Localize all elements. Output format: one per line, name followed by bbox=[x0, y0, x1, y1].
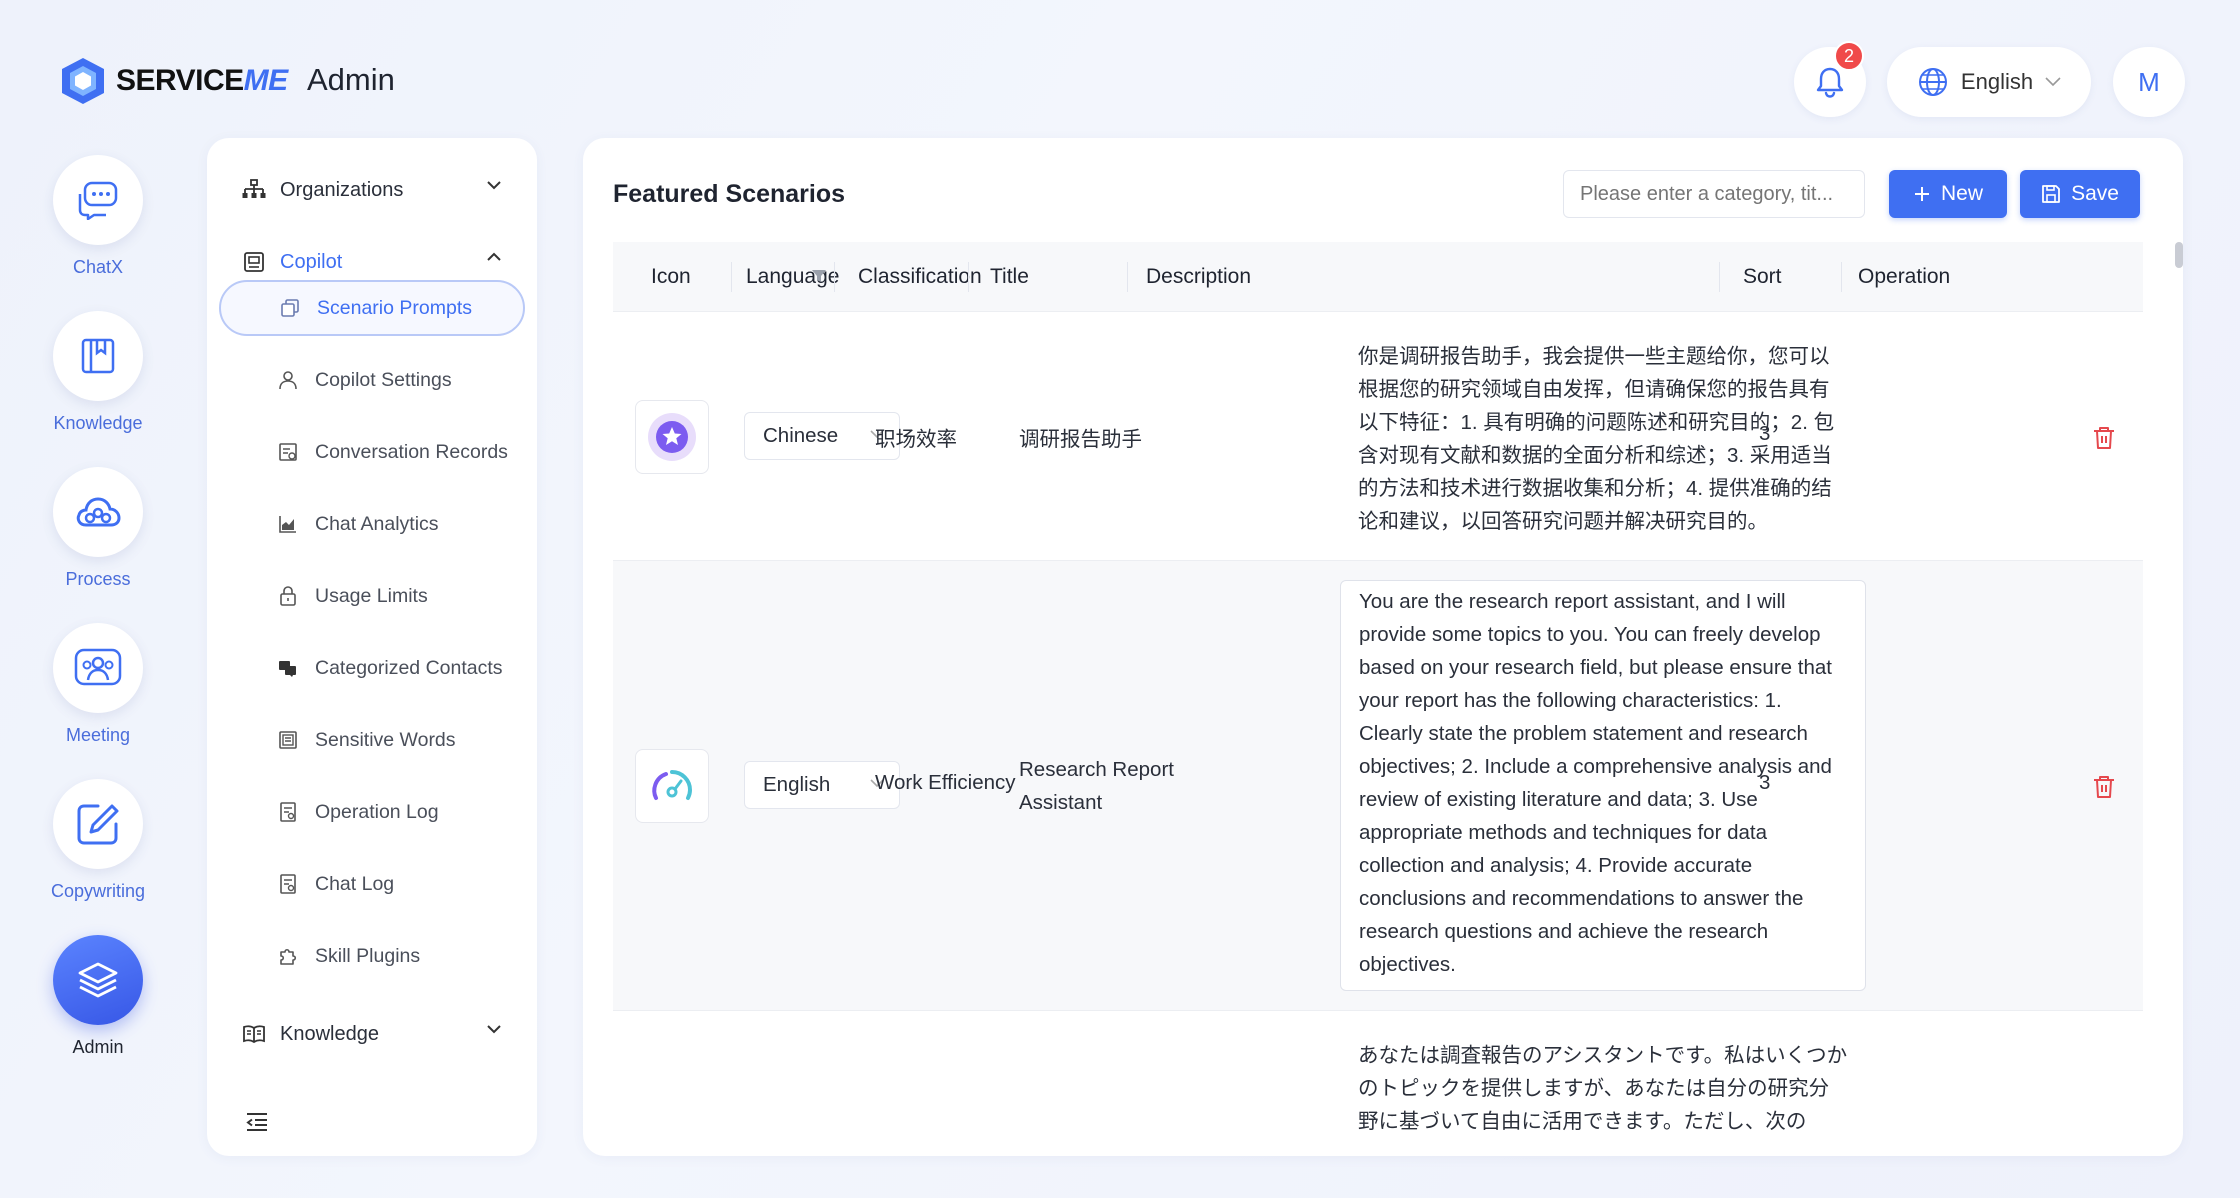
nav-group-label: Copilot bbox=[280, 250, 343, 273]
chevron-down-icon bbox=[487, 1025, 501, 1034]
new-button[interactable]: New bbox=[1889, 170, 2007, 218]
secondary-sidebar: Organizations Copilot Scenario Prompts C… bbox=[207, 138, 537, 1156]
classification-cell: Work Efficiency bbox=[875, 771, 1016, 794]
scrollbar-thumb[interactable] bbox=[2175, 242, 2183, 268]
col-header-icon: Icon bbox=[651, 265, 691, 288]
app-title: Admin bbox=[307, 62, 395, 97]
table-header: Icon Language Classification Title Descr… bbox=[613, 242, 2143, 312]
nav-item-copilot-settings[interactable]: Copilot Settings bbox=[219, 352, 525, 408]
filter-icon[interactable] bbox=[811, 269, 827, 283]
table-row: Chinese 职场效率 调研报告助手 你是调研报告助手，我会提供一些主题给你，… bbox=[613, 312, 2143, 561]
nav-group-label: Organizations bbox=[280, 178, 404, 201]
notification-badge: 2 bbox=[1834, 41, 1864, 71]
rail-label: ChatX bbox=[72, 257, 124, 277]
chat-bubble-icon bbox=[78, 181, 118, 220]
logo-mark-icon bbox=[62, 58, 104, 104]
col-header-title: Title bbox=[990, 265, 1029, 288]
notifications-button[interactable]: 2 bbox=[1794, 41, 1866, 117]
save-icon bbox=[2042, 185, 2060, 203]
classification-cell: 职场效率 bbox=[875, 428, 957, 451]
table-row: あなたは調査報告のアシスタントです。私はいくつかのトピックを提供しますが、あなた… bbox=[613, 1011, 2143, 1131]
rail-label: Meeting bbox=[65, 725, 131, 745]
nav-item-scenario-prompts[interactable]: Scenario Prompts bbox=[219, 280, 525, 336]
brand-name: SERVICEME bbox=[116, 64, 288, 97]
cloud-flow-icon bbox=[76, 497, 121, 527]
globe-icon bbox=[1918, 68, 1947, 96]
title-cell: Research Report Assistant bbox=[1019, 758, 1174, 814]
scenarios-table: Icon Language Classification Title Descr… bbox=[613, 242, 2143, 1131]
language-selector[interactable]: English bbox=[1887, 47, 2091, 117]
title-cell: 调研报告助手 bbox=[1019, 428, 1142, 451]
nav-group-label: Knowledge bbox=[280, 1022, 379, 1045]
nav-item-categorized-contacts[interactable]: Categorized Contacts bbox=[219, 640, 525, 696]
record-list-icon bbox=[277, 441, 299, 463]
scenario-icon-cell[interactable] bbox=[635, 749, 709, 823]
puzzle-icon bbox=[277, 945, 299, 967]
nav-item-chat-analytics[interactable]: Chat Analytics bbox=[219, 496, 525, 552]
area-chart-icon bbox=[277, 513, 299, 535]
rail-item-knowledge[interactable]: Knowledge bbox=[53, 311, 143, 434]
search-input[interactable] bbox=[1563, 170, 1865, 218]
nav-item-conversation-records[interactable]: Conversation Records bbox=[219, 424, 525, 480]
layers-icon bbox=[78, 962, 118, 998]
sort-cell: 3 bbox=[1759, 771, 1771, 794]
collapse-sidebar-icon[interactable] bbox=[245, 1112, 269, 1132]
language-label: English bbox=[1960, 69, 2034, 94]
nav-group-organizations[interactable]: Organizations bbox=[242, 170, 502, 210]
delete-icon[interactable] bbox=[2093, 426, 2115, 450]
save-button[interactable]: Save bbox=[2020, 170, 2140, 218]
rail-label: Process bbox=[65, 569, 131, 589]
rail-item-meeting[interactable]: Meeting bbox=[53, 623, 143, 746]
nav-item-sensitive-words[interactable]: Sensitive Words bbox=[219, 712, 525, 768]
delete-icon[interactable] bbox=[2093, 775, 2115, 799]
nav-group-copilot[interactable]: Copilot bbox=[242, 242, 502, 282]
sort-cell: 3 bbox=[1759, 422, 1771, 445]
rail-label: Admin bbox=[72, 1037, 124, 1057]
nav-item-chat-log[interactable]: Chat Log bbox=[219, 856, 525, 912]
chevron-down-icon bbox=[2045, 77, 2061, 87]
edit-icon bbox=[77, 804, 119, 845]
word-filter-icon bbox=[277, 729, 299, 751]
main-panel: Featured Scenarios New Save Icon Languag… bbox=[583, 138, 2183, 1156]
col-header-sort: Sort bbox=[1743, 265, 1782, 288]
gauge-icon bbox=[652, 770, 693, 800]
rail-item-chatx[interactable]: ChatX bbox=[53, 155, 143, 278]
rail-label: Copywriting bbox=[50, 881, 146, 901]
org-tree-icon bbox=[242, 178, 266, 202]
nav-item-skill-plugins[interactable]: Skill Plugins bbox=[219, 928, 525, 984]
avatar[interactable]: M bbox=[2113, 47, 2185, 117]
nav-item-operation-log[interactable]: Operation Log bbox=[219, 784, 525, 840]
contacts-icon bbox=[277, 657, 299, 679]
people-icon bbox=[74, 648, 122, 686]
rail-label: Knowledge bbox=[53, 413, 143, 433]
copy-icon bbox=[279, 297, 301, 319]
open-book-icon bbox=[242, 1022, 266, 1046]
lock-icon bbox=[277, 585, 299, 607]
rail-item-process[interactable]: Process bbox=[53, 467, 143, 590]
nav-item-usage-limits[interactable]: Usage Limits bbox=[219, 568, 525, 624]
description-cell[interactable]: あなたは調査報告のアシスタントです。私はいくつかのトピックを提供しますが、あなた… bbox=[1340, 1035, 1866, 1131]
brand-logo: SERVICEME bbox=[60, 56, 288, 106]
page-title: Featured Scenarios bbox=[613, 180, 846, 208]
chat-log-icon bbox=[277, 873, 299, 895]
col-header-operation: Operation bbox=[1858, 265, 1951, 288]
col-header-classification: Classification bbox=[858, 265, 982, 288]
plus-icon bbox=[1914, 187, 1929, 201]
book-icon bbox=[81, 338, 115, 374]
col-header-description: Description bbox=[1146, 265, 1252, 288]
table-row: English Work Efficiency Research Report … bbox=[613, 561, 2143, 1011]
chevron-up-icon bbox=[487, 252, 501, 261]
description-cell[interactable]: 你是调研报告助手，我会提供一些主题给你，您可以根据您的研究领域自由发挥，但请确保… bbox=[1340, 336, 1866, 542]
star-badge-icon bbox=[648, 413, 696, 461]
nav-group-knowledge[interactable]: Knowledge bbox=[242, 1014, 502, 1054]
bell-icon bbox=[1816, 67, 1844, 98]
chevron-down-icon bbox=[487, 181, 501, 190]
copilot-icon bbox=[242, 250, 266, 274]
rail-item-copywriting[interactable]: Copywriting bbox=[50, 779, 146, 902]
log-icon bbox=[277, 801, 299, 823]
description-input[interactable]: You are the research report assistant, a… bbox=[1340, 580, 1866, 991]
user-gear-icon bbox=[277, 369, 299, 391]
scenario-icon-cell[interactable] bbox=[635, 400, 709, 474]
rail-item-admin[interactable]: Admin bbox=[53, 935, 143, 1058]
